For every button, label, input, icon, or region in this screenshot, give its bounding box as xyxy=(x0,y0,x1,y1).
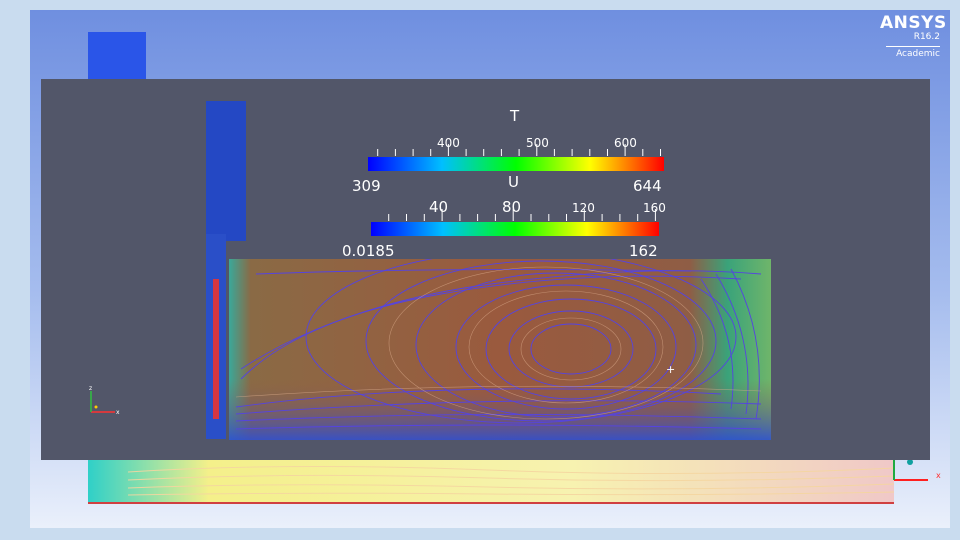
probe-cursor-icon: + xyxy=(666,363,675,376)
colorbar-U xyxy=(371,222,659,236)
flow-visualization-panel[interactable]: + z x T 400 500 600 309 644 U 40 80 120 … xyxy=(41,79,930,460)
legend-U-tick-40: 40 xyxy=(429,198,449,216)
axis-triad: z x xyxy=(89,385,120,416)
legend-U-min: 0.0185 xyxy=(342,242,395,260)
logo-edition: Academic xyxy=(896,49,940,59)
legend-U-max: 162 xyxy=(629,242,658,260)
flow-visualization-canvas[interactable]: + z x xyxy=(41,79,930,460)
background-flow-field xyxy=(88,457,894,504)
logo-version: R16.2 xyxy=(913,32,940,42)
background-axis-triad: x xyxy=(893,459,941,481)
inlet-channel xyxy=(206,101,246,241)
colorbar-T xyxy=(368,157,664,171)
logo-brand: ANSYS xyxy=(880,13,947,33)
svg-text:x: x xyxy=(936,471,941,480)
legend-U-tick-160: 160 xyxy=(643,201,666,215)
legend-T-tick-600: 600 xyxy=(614,136,637,150)
legend-T-max: 644 xyxy=(633,177,662,195)
background-inlet-block xyxy=(88,32,146,82)
axis-x-label: x xyxy=(116,409,120,416)
legend-T-tick-500: 500 xyxy=(526,136,549,150)
legend-T-title: T xyxy=(510,107,520,125)
legend-U-tick-120: 120 xyxy=(572,201,595,215)
ansys-logo: ANSYS R16.2 Academic xyxy=(880,13,947,59)
axis-z-label: z xyxy=(89,385,92,392)
legend-U-tick-80: 80 xyxy=(502,198,522,216)
legend-T-min: 309 xyxy=(352,177,381,195)
legend-T-tick-400: 400 xyxy=(437,136,460,150)
legend-U-title: U xyxy=(508,173,519,191)
